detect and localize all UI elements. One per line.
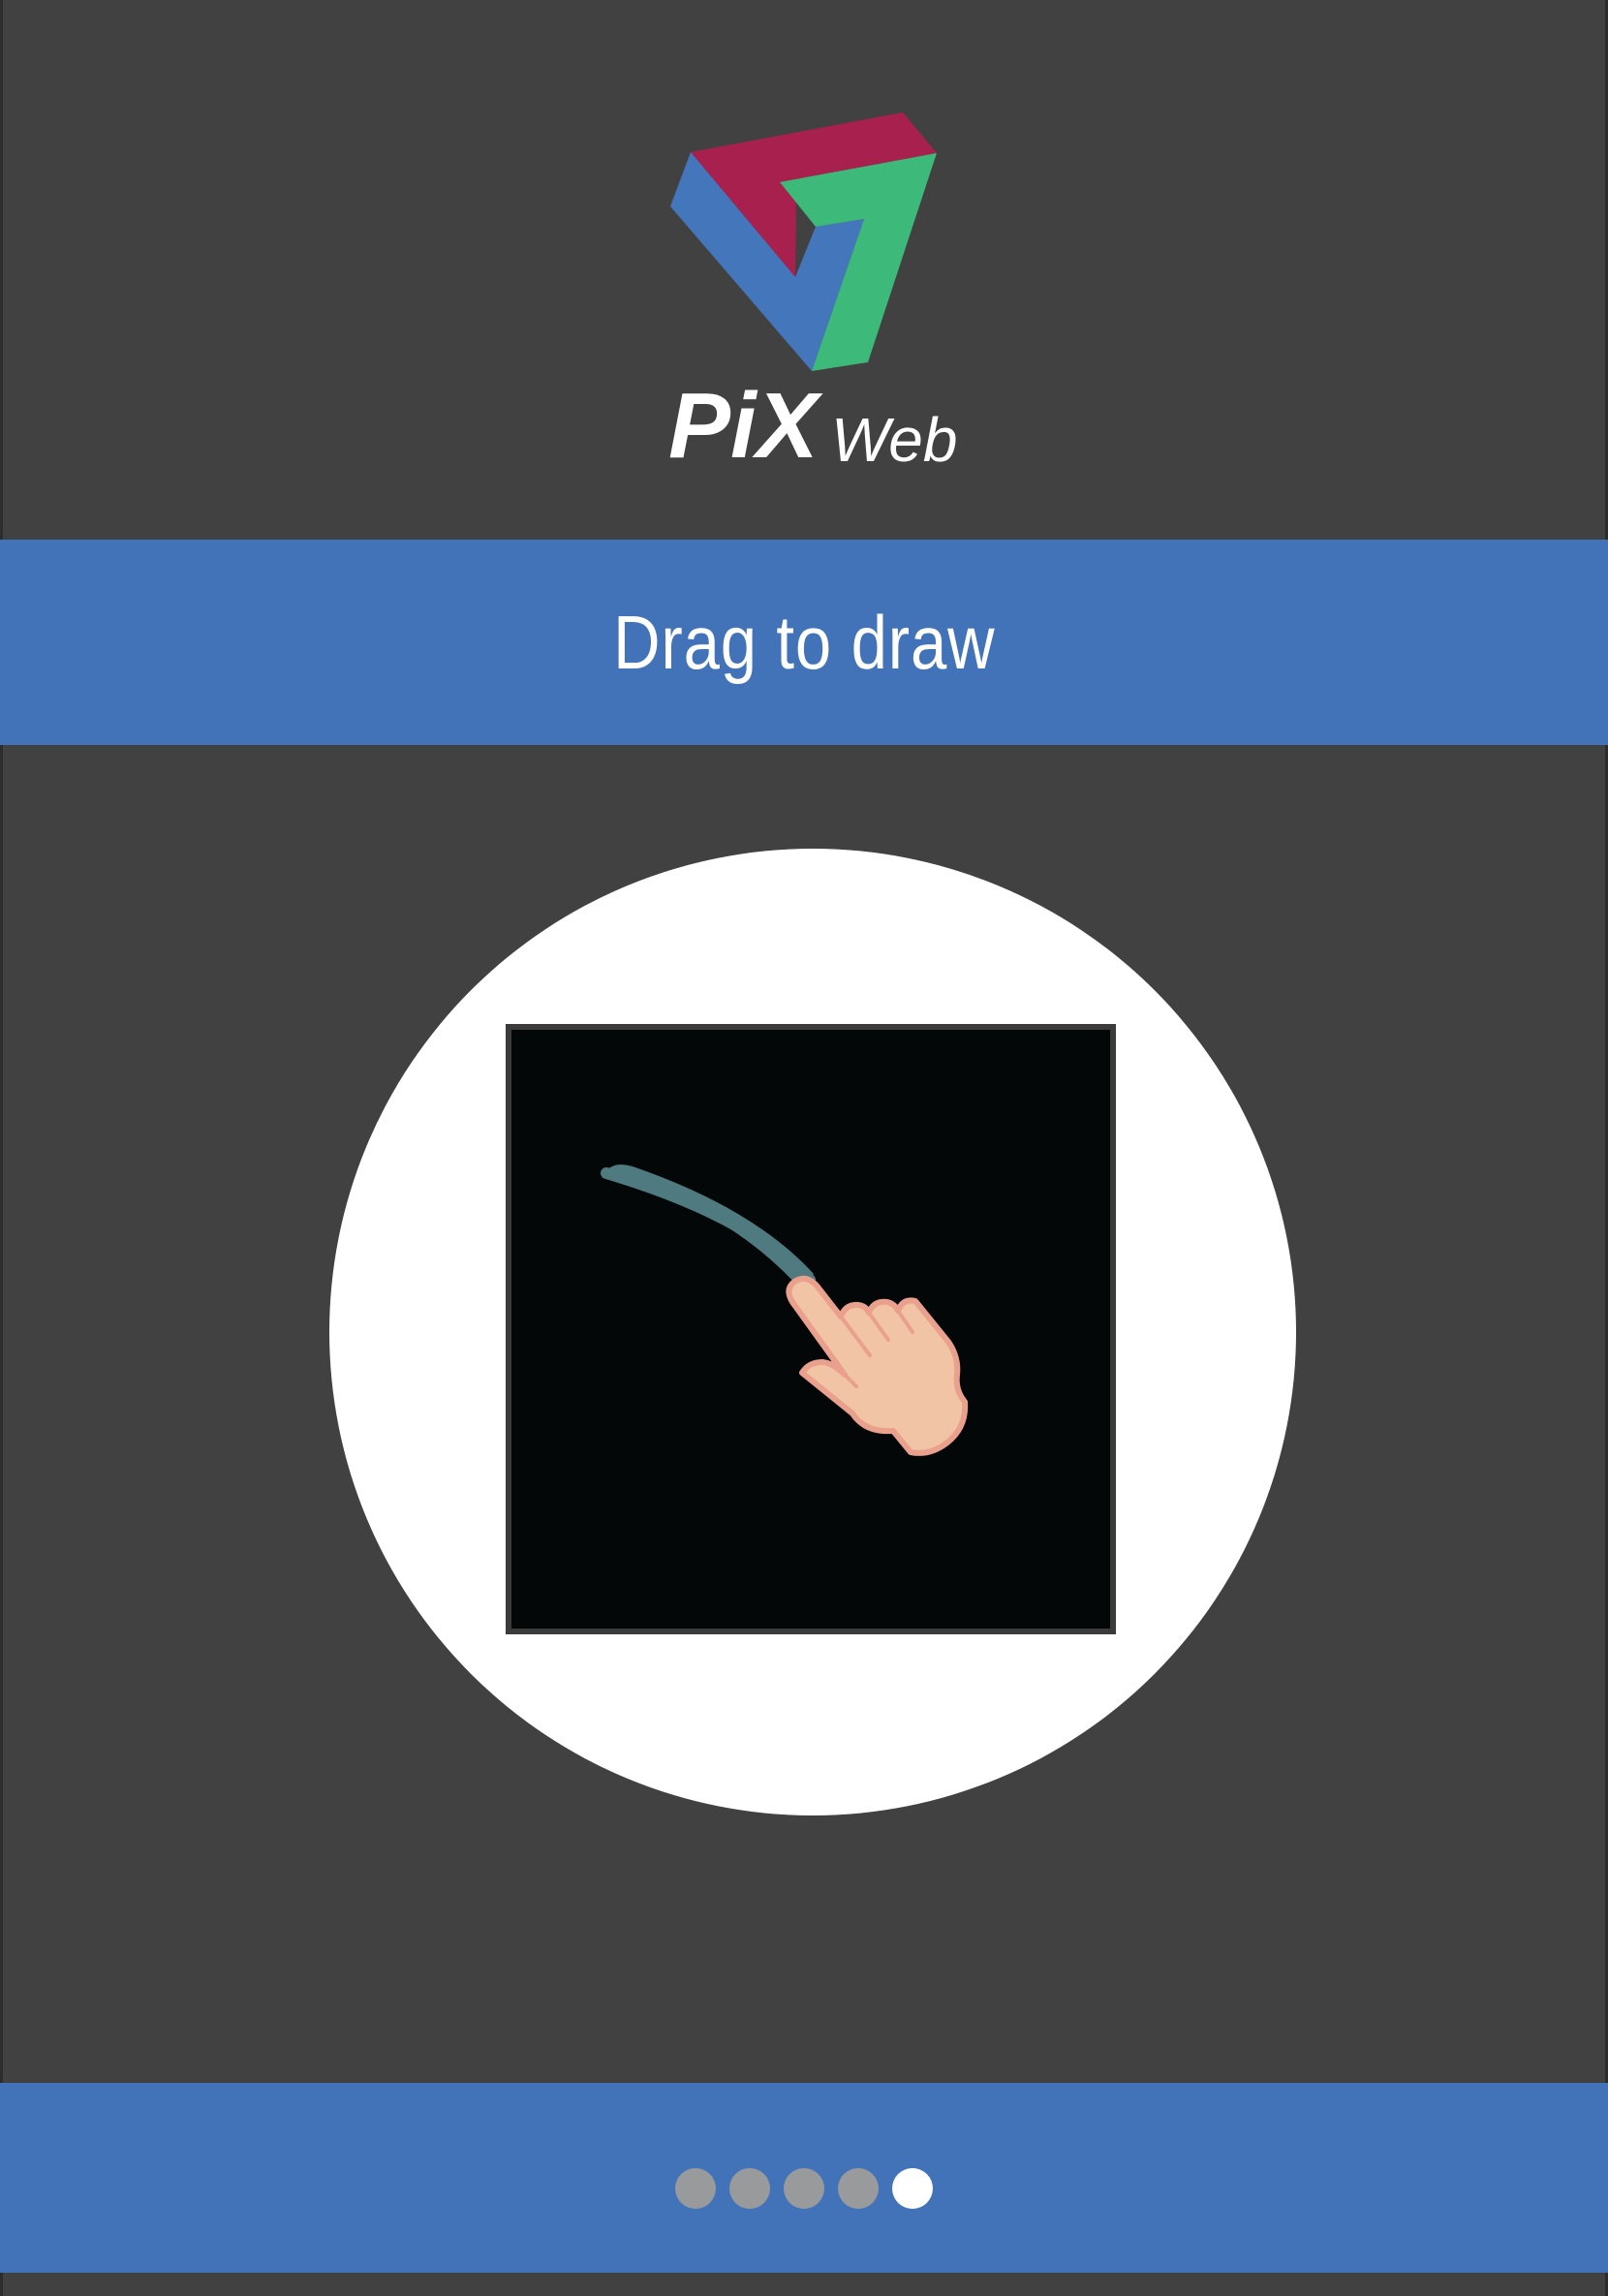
brand-primary-text: PiX <box>668 374 823 478</box>
onboarding-screen: PiX Web Drag to draw <box>0 0 1608 2296</box>
page-dot-3[interactable] <box>784 2168 824 2209</box>
page-dot-1[interactable] <box>675 2168 716 2209</box>
page-indicator <box>0 2168 1608 2211</box>
pixweb-logo: PiX Web <box>659 107 969 484</box>
page-dot-2[interactable] <box>729 2168 770 2209</box>
page-title: Drag to draw <box>612 599 996 685</box>
title-banner: Drag to draw <box>0 540 1608 745</box>
page-dot-5[interactable] <box>892 2168 933 2209</box>
logo-mark-icon <box>670 112 937 371</box>
brand-secondary-text: Web <box>831 405 957 475</box>
left-edge <box>0 0 3 2296</box>
pointing-hand-icon <box>786 1275 969 1456</box>
page-dot-4[interactable] <box>838 2168 879 2209</box>
hand-drawing-icon <box>601 1164 969 1456</box>
drawing-canvas-demo <box>506 1024 1116 1634</box>
